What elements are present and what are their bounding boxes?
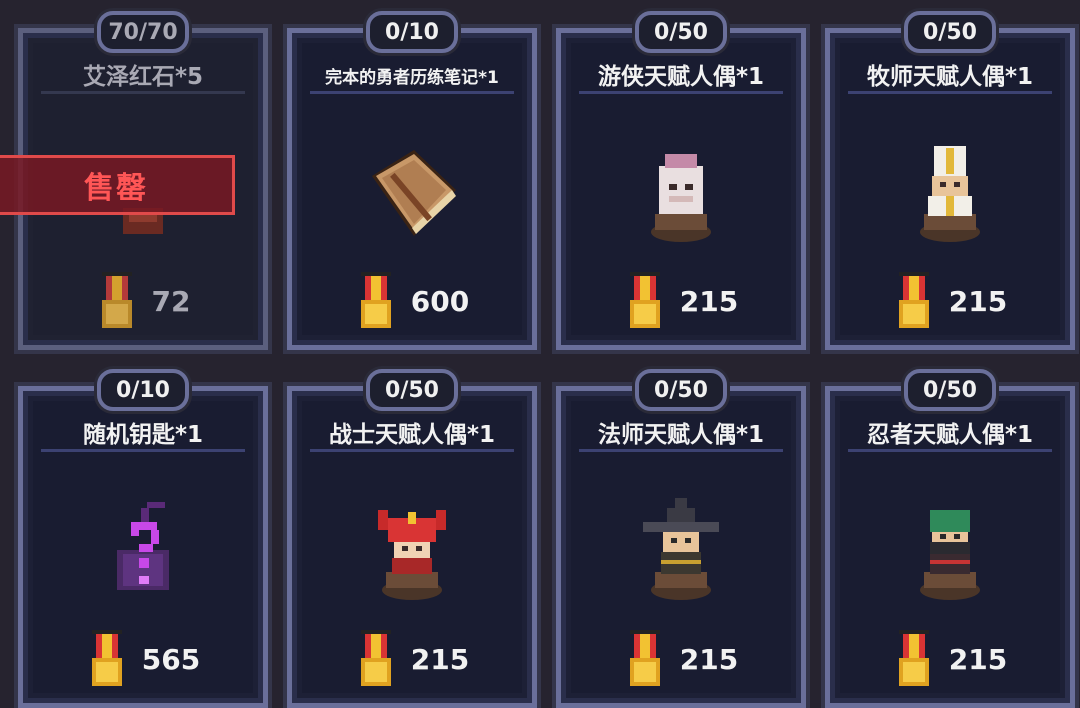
medal-icon [629,272,660,328]
medal-icon [360,272,391,328]
shop-item-warrior-doll[interactable]: 0/50 战士天赋人偶*1 215 [287,369,537,708]
price-value: 600 [410,284,470,318]
price-row: 215 [830,629,1070,689]
shop-item-random-key[interactable]: 0/10 随机钥匙*1 565 [18,369,268,708]
price-row: 600 [292,271,532,331]
price-row: 215 [830,271,1070,331]
price-value: 215 [679,642,739,676]
book-icon [364,138,460,246]
shop-grid: 70/70 艾泽红石*5 售罄 72 0/10 完本的勇者历练笔记*1 600 … [0,0,1080,708]
medal-icon [101,272,132,328]
purchase-counter: 70/70 [97,11,189,53]
divider [579,449,783,452]
price-value: 72 [151,284,191,318]
item-name: 游侠天赋人偶*1 [597,64,765,90]
medal-icon [629,630,660,686]
item-name: 法师天赋人偶*1 [597,422,765,448]
price-value: 215 [410,642,470,676]
item-name: 牧师天赋人偶*1 [866,64,1034,90]
divider [579,91,783,94]
shop-item-mage-doll[interactable]: 0/50 法师天赋人偶*1 215 [556,369,806,708]
divider [848,91,1052,94]
item-name: 艾泽红石*5 [82,64,204,90]
price-row: 215 [561,629,801,689]
warrior-doll-icon [364,496,460,604]
item-name: 随机钥匙*1 [82,422,204,448]
ranger-doll-icon [633,138,729,246]
shop-item-ninja-doll[interactable]: 0/50 忍者天赋人偶*1 215 [825,369,1075,708]
price-row: 72 [23,271,263,331]
price-value: 215 [948,284,1008,318]
shop-item-priest-doll[interactable]: 0/50 牧师天赋人偶*1 215 [825,11,1075,350]
purchase-counter: 0/10 [97,369,189,411]
priest-doll-icon [902,138,998,246]
divider [41,449,245,452]
medal-icon [91,630,122,686]
purchase-counter: 0/50 [635,11,727,53]
shop-item-red-stone[interactable]: 70/70 艾泽红石*5 售罄 72 [0,11,268,350]
price-value: 565 [141,642,201,676]
price-row: 215 [292,629,532,689]
shop-item-book[interactable]: 0/10 完本的勇者历练笔记*1 600 [287,11,537,350]
mage-doll-icon [633,496,729,604]
item-name: 战士天赋人偶*1 [328,422,496,448]
ninja-doll-icon [902,496,998,604]
divider [41,91,245,94]
purchase-counter: 0/50 [904,369,996,411]
shop-item-ranger-doll[interactable]: 0/50 游侠天赋人偶*1 215 [556,11,806,350]
purchase-counter: 0/50 [366,369,458,411]
medal-icon [898,630,929,686]
item-name: 忍者天赋人偶*1 [866,422,1034,448]
price-value: 215 [679,284,739,318]
sold-out-badge: 售罄 [0,155,235,215]
divider [848,449,1052,452]
price-value: 215 [948,642,1008,676]
medal-icon [360,630,391,686]
price-row: 565 [23,629,263,689]
divider [310,449,514,452]
purchase-counter: 0/50 [635,369,727,411]
purchase-counter: 0/50 [904,11,996,53]
purchase-counter: 0/10 [366,11,458,53]
price-row: 215 [561,271,801,331]
medal-icon [898,272,929,328]
mystery-key-icon [95,496,191,604]
divider [310,91,514,94]
item-name: 完本的勇者历练笔记*1 [325,68,499,88]
